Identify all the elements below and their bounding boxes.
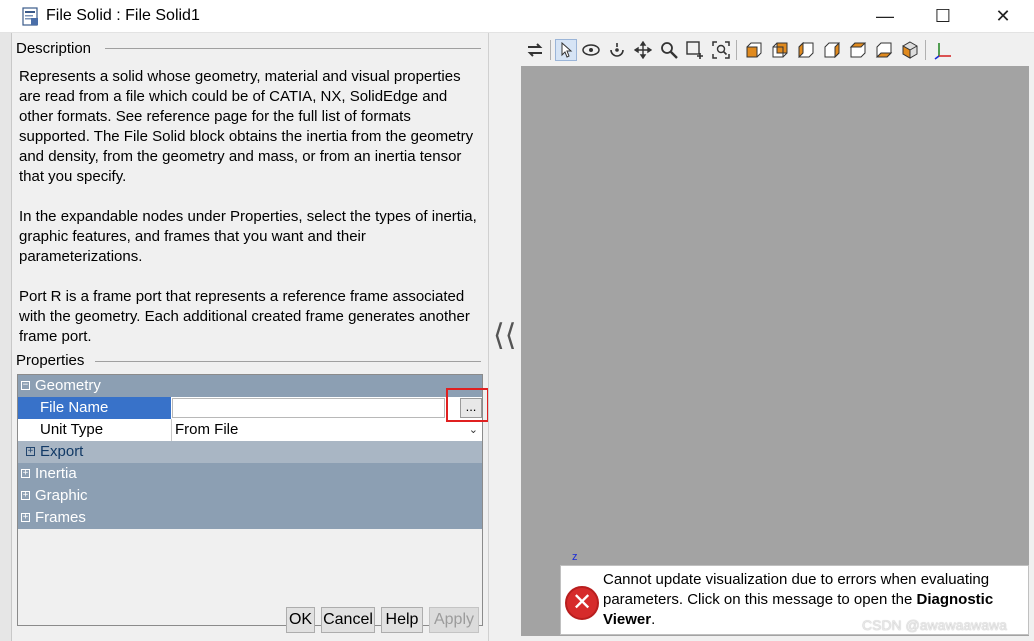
zoom-box-icon[interactable] (684, 39, 706, 61)
parameters-panel: Description Represents a solid whose geo… (13, 33, 487, 641)
isometric-view-icon[interactable] (899, 39, 921, 61)
unit-type-label: Unit Type (40, 421, 104, 438)
select-arrow-icon[interactable] (555, 39, 577, 61)
tree-node-inertia[interactable]: + Inertia (18, 463, 482, 485)
fit-to-view-icon[interactable] (710, 39, 732, 61)
property-tree: − Geometry File Name ... Unit Type From … (17, 374, 483, 626)
tree-node-graphic[interactable]: + Graphic (18, 485, 482, 507)
description-paragraph: In the expandable nodes under Properties… (19, 208, 477, 265)
tree-node-label: Geometry (35, 377, 101, 394)
ok-button[interactable]: OK (286, 607, 315, 633)
bottom-view-icon[interactable] (873, 39, 895, 61)
collapse-icon[interactable]: − (21, 381, 30, 390)
axes-icon[interactable] (932, 39, 954, 61)
left-view-icon[interactable] (795, 39, 817, 61)
watermark: CSDN @awawaawawa (862, 617, 1007, 633)
title-bar: File Solid : File Solid1 — ☐ ✕ (0, 0, 1034, 33)
maximize-button[interactable]: ☐ (920, 0, 966, 33)
expand-icon[interactable]: + (21, 513, 30, 522)
description-paragraph: Represents a solid whose geometry, mater… (19, 68, 474, 185)
tree-node-export[interactable]: + Export (18, 441, 482, 463)
help-button[interactable]: Help (381, 607, 423, 633)
top-view-icon[interactable] (847, 39, 869, 61)
file-name-input[interactable] (172, 398, 445, 418)
expand-icon[interactable]: + (21, 469, 30, 478)
zoom-icon[interactable] (658, 39, 680, 61)
toolbar-separator (925, 40, 926, 60)
apply-button[interactable]: Apply (429, 607, 479, 633)
swap-icon[interactable] (524, 39, 546, 61)
description-paragraph: Port R is a frame port that represents a… (19, 288, 470, 345)
cancel-button[interactable]: Cancel (321, 607, 375, 633)
expand-icon[interactable]: + (26, 447, 35, 456)
toolbar-separator (550, 40, 551, 60)
error-icon: ✕ (565, 586, 599, 620)
tree-node-label: Frames (35, 509, 86, 526)
toolbar-separator (736, 40, 737, 60)
properties-divider (95, 361, 481, 362)
file-name-label[interactable]: File Name (18, 397, 171, 419)
description-heading: Description (16, 40, 95, 57)
close-button[interactable]: ✕ (980, 0, 1026, 33)
unit-type-select[interactable]: From File ⌄ (171, 419, 482, 441)
collapse-panel-icon[interactable]: ⟨⟨ (493, 318, 516, 353)
front-view-icon[interactable] (743, 39, 765, 61)
properties-heading: Properties (16, 352, 88, 369)
unit-type-value: From File (175, 421, 239, 438)
z-axis-label: z (572, 551, 578, 563)
minimize-button[interactable]: — (862, 0, 908, 33)
visualization-toolbar (521, 37, 1029, 65)
tree-node-label: Inertia (35, 465, 77, 482)
tree-node-frames[interactable]: + Frames (18, 507, 482, 529)
error-message-end: . (651, 611, 656, 628)
3d-viewport[interactable] (521, 66, 1029, 636)
chevron-down-icon[interactable]: ⌄ (469, 419, 478, 441)
block-document-icon (22, 7, 38, 26)
pan-icon[interactable] (632, 39, 654, 61)
expand-icon[interactable]: + (21, 491, 30, 500)
back-view-icon[interactable] (769, 39, 791, 61)
background-window-strip (0, 33, 12, 641)
tree-node-geometry[interactable]: − Geometry (18, 375, 482, 397)
description-text: Represents a solid whose geometry, mater… (19, 67, 481, 367)
property-row-unit-type: Unit Type From File ⌄ (18, 419, 482, 441)
property-row-file-name: File Name ... (18, 397, 482, 419)
right-view-icon[interactable] (821, 39, 843, 61)
description-divider (105, 48, 481, 49)
tree-node-label: Graphic (35, 487, 88, 504)
rotate-icon[interactable] (580, 39, 602, 61)
window-title: File Solid : File Solid1 (46, 7, 200, 24)
tree-node-label: Export (40, 443, 84, 460)
browse-file-button[interactable]: ... (460, 398, 482, 418)
file-solid-dialog: File Solid : File Solid1 — ☐ ✕ Descripti… (0, 0, 1034, 641)
roll-icon[interactable] (606, 39, 628, 61)
